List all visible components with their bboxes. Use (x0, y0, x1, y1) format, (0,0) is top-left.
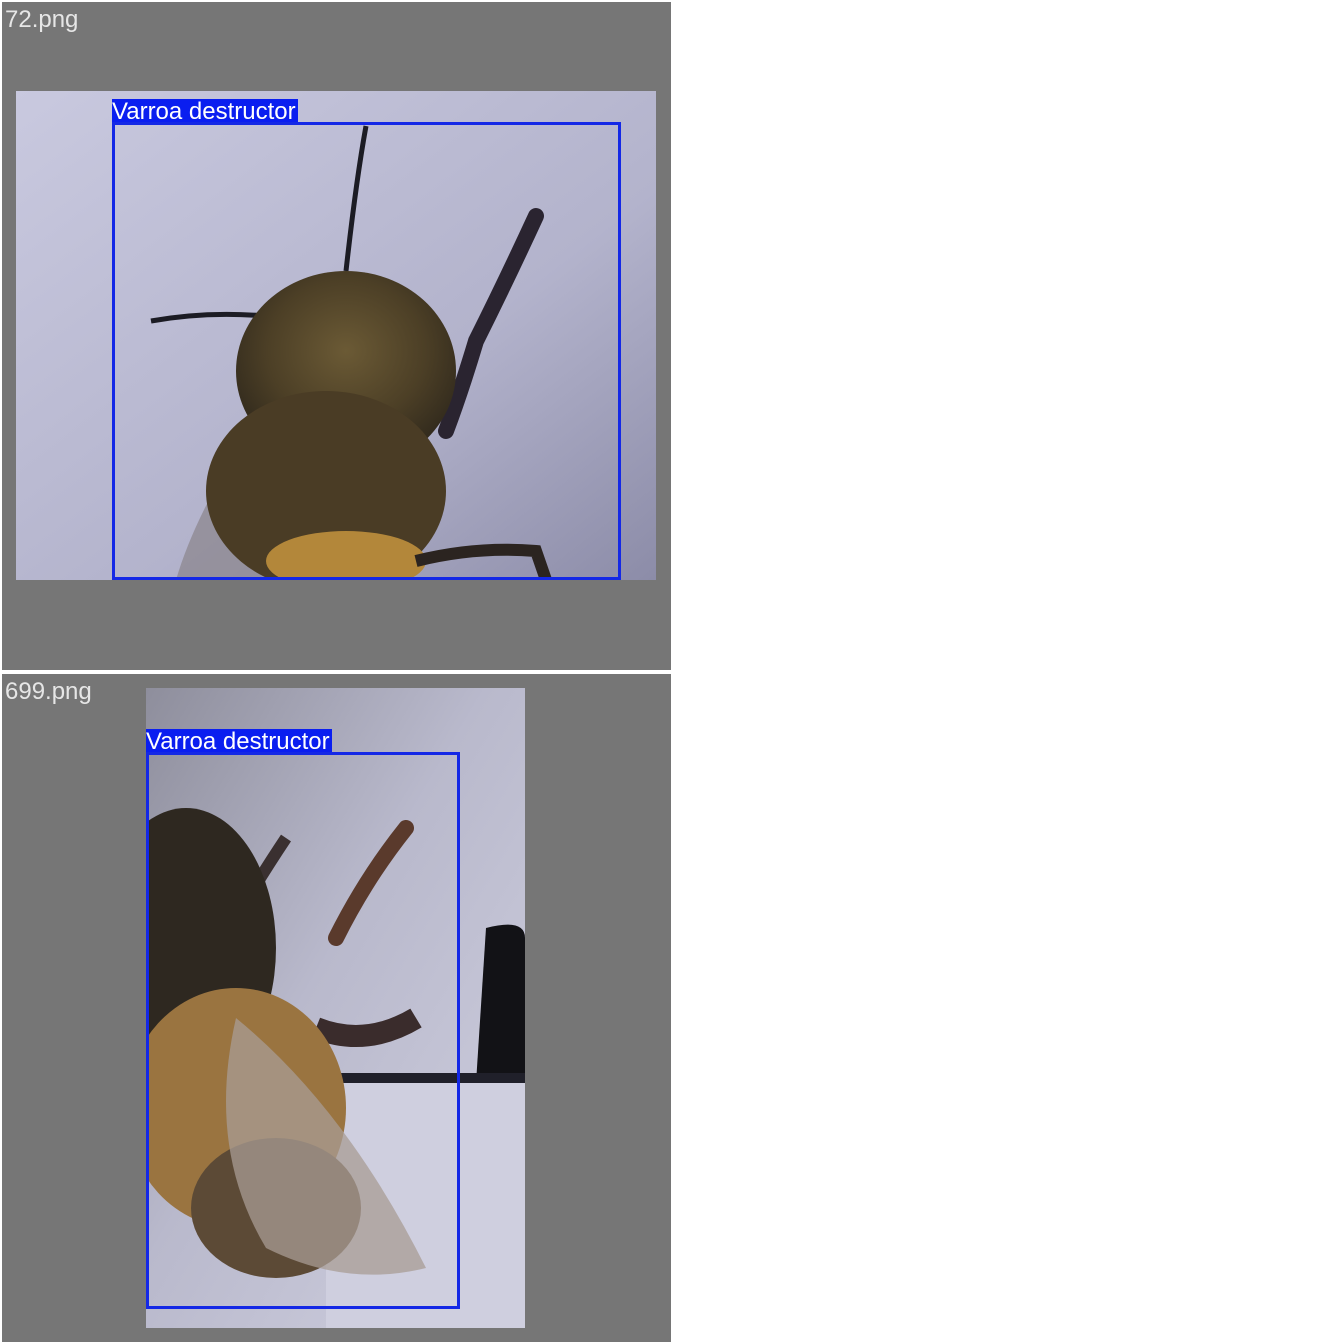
detection-box[interactable] (112, 122, 621, 580)
image-tile-72[interactable]: 72.png Varroa destructor (2, 2, 671, 670)
detection-box[interactable] (146, 752, 460, 1309)
filename-label: 72.png (5, 6, 79, 33)
filename-label: 699.png (5, 678, 92, 705)
image-tile-699[interactable]: 699.png Varroa destructor (2, 674, 671, 1342)
